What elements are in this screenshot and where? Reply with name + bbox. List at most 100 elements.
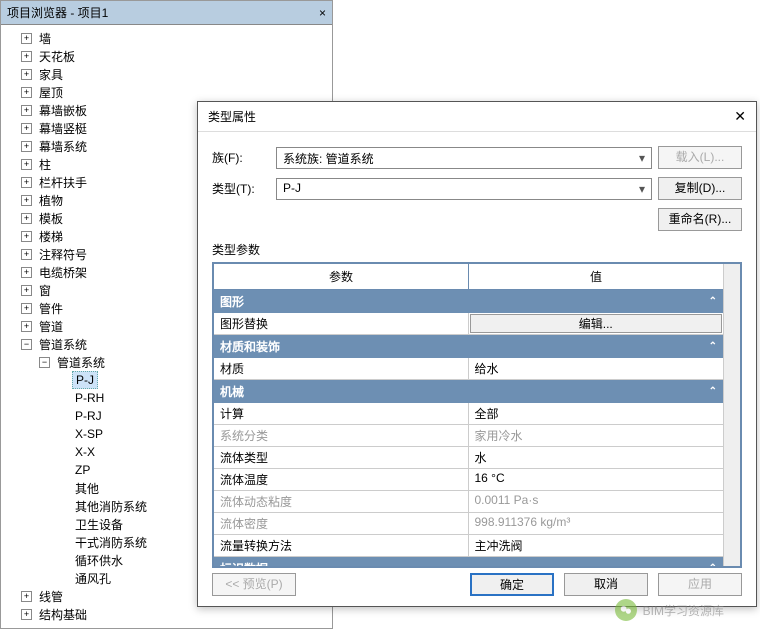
minus-icon[interactable]: − — [39, 357, 50, 368]
plus-icon[interactable]: + — [21, 141, 32, 152]
collapse-icon[interactable]: ⌃ — [709, 386, 717, 397]
tree-item-label: 窗 — [36, 281, 54, 300]
tree-item[interactable]: +墙 — [1, 29, 332, 47]
tree-item-label: 线管 — [36, 587, 66, 606]
tree-item-label: 柱 — [36, 155, 54, 174]
param-row[interactable]: 流量转换方法主冲洗阀 — [214, 535, 723, 557]
tree-item-label: P-RH — [72, 390, 107, 406]
plus-icon[interactable]: + — [21, 285, 32, 296]
scrollbar[interactable] — [723, 264, 740, 566]
param-row[interactable]: 材质给水 — [214, 358, 723, 380]
dialog-title-text: 类型属性 — [208, 108, 256, 125]
tree-item-label: 管道系统 — [54, 353, 108, 372]
param-row[interactable]: 系统分类家用冷水 — [214, 425, 723, 447]
plus-icon[interactable]: + — [21, 321, 32, 332]
edit-button[interactable]: 编辑... — [470, 314, 723, 333]
apply-button: 应用 — [658, 573, 742, 596]
tree-item-label: 幕墙系统 — [36, 137, 90, 156]
tree-item-label: 家具 — [36, 65, 66, 84]
browser-titlebar: 项目浏览器 - 项目1 × — [1, 1, 332, 25]
tree-item-label: 其他 — [72, 479, 102, 498]
tree-item-label: P-RJ — [72, 408, 105, 424]
tree-item-label: 墙 — [36, 29, 54, 48]
collapse-icon[interactable]: ⌃ — [709, 341, 717, 352]
family-select[interactable]: 系统族: 管道系统 — [276, 147, 652, 169]
plus-icon[interactable]: + — [21, 69, 32, 80]
browser-title-text: 项目浏览器 - 项目1 — [7, 4, 108, 21]
plus-icon[interactable]: + — [21, 231, 32, 242]
param-row[interactable]: 流体动态粘度0.0011 Pa·s — [214, 491, 723, 513]
tree-item-label: 楼梯 — [36, 227, 66, 246]
close-icon[interactable]: ✕ — [734, 108, 746, 125]
tree-item[interactable]: + 屋顶 — [1, 83, 332, 101]
tree-item[interactable]: + 结构基础 — [1, 605, 332, 623]
param-group-header[interactable]: 机械⌃ — [214, 380, 723, 403]
close-icon[interactable]: × — [319, 6, 326, 20]
plus-icon[interactable]: + — [21, 213, 32, 224]
tree-item-label: 植物 — [36, 191, 66, 210]
tree-item-label: X-SP — [72, 426, 106, 442]
watermark: BIM学习资源库 — [615, 599, 724, 621]
rename-button[interactable]: 重命名(R)... — [658, 208, 742, 231]
param-group-header[interactable]: 材质和装饰⌃ — [214, 335, 723, 358]
tree-item[interactable]: + 家具 — [1, 65, 332, 83]
tree-item-label: 管道 — [36, 317, 66, 336]
tree-item-label: 幕墙嵌板 — [36, 101, 90, 120]
plus-icon[interactable]: + — [21, 195, 32, 206]
param-row[interactable]: 图形替换编辑... — [214, 313, 723, 335]
tree-item-label: 管件 — [36, 299, 66, 318]
tree-item-label: 循环供水 — [72, 551, 126, 570]
preview-button: << 预览(P) — [212, 573, 296, 596]
tree-item-label: 干式消防系统 — [72, 533, 150, 552]
tree-item-label: 电缆桥架 — [36, 263, 90, 282]
plus-icon[interactable]: + — [21, 591, 32, 602]
load-button: 载入(L)... — [658, 146, 742, 169]
tree-item-label: 幕墙竖梃 — [36, 119, 90, 138]
tree-item-label: 栏杆扶手 — [36, 173, 90, 192]
family-label: 族(F): — [212, 149, 270, 166]
param-row[interactable]: 流体温度16 °C — [214, 469, 723, 491]
tree-item-label: 其他消防系统 — [72, 497, 150, 516]
plus-icon[interactable]: + — [21, 177, 32, 188]
tree-item-label: 注释符号 — [36, 245, 90, 264]
param-group-header[interactable]: 标识数据⌃ — [214, 557, 723, 566]
plus-icon[interactable]: + — [21, 159, 32, 170]
col-header-value: 值 — [469, 264, 723, 289]
copy-button[interactable]: 复制(D)... — [658, 177, 742, 200]
plus-icon[interactable]: + — [21, 105, 32, 116]
type-label: 类型(T): — [212, 180, 270, 197]
param-group-header[interactable]: 图形⌃ — [214, 290, 723, 313]
col-header-param: 参数 — [214, 264, 469, 289]
minus-icon[interactable]: − — [21, 339, 32, 350]
type-properties-dialog: 类型属性 ✕ 族(F): 系统族: 管道系统 载入(L)... 类型(T): P… — [197, 101, 757, 607]
plus-icon[interactable]: + — [21, 609, 32, 620]
tree-item-label: 模板 — [36, 209, 66, 228]
plus-icon[interactable]: + — [21, 267, 32, 278]
tree-item[interactable]: + 天花板 — [1, 47, 332, 65]
plus-icon[interactable]: + — [21, 123, 32, 134]
tree-item-label: P-J — [72, 371, 98, 389]
tree-item-label: ZP — [72, 462, 93, 478]
tree-item-label: 天花板 — [36, 47, 78, 66]
collapse-icon[interactable]: ⌃ — [709, 563, 717, 566]
plus-icon[interactable]: + — [21, 249, 32, 260]
tree-item-label: 结构基础 — [36, 605, 90, 624]
tree-item-label: 屋顶 — [36, 83, 66, 102]
dialog-titlebar: 类型属性 ✕ — [198, 102, 756, 132]
plus-icon[interactable]: + — [21, 303, 32, 314]
tree-item-label: 管道系统 — [36, 335, 90, 354]
param-table: 参数 值 图形⌃图形替换编辑...材质和装饰⌃材质给水机械⌃计算全部系统分类家用… — [212, 262, 742, 568]
cancel-button[interactable]: 取消 — [564, 573, 648, 596]
type-select[interactable]: P-J — [276, 178, 652, 200]
tree-item-label: 通风孔 — [72, 569, 114, 588]
plus-icon[interactable]: + — [21, 33, 32, 44]
collapse-icon[interactable]: ⌃ — [709, 296, 717, 307]
param-row[interactable]: 计算全部 — [214, 403, 723, 425]
ok-button[interactable]: 确定 — [470, 573, 554, 596]
plus-icon[interactable]: + — [21, 87, 32, 98]
param-row[interactable]: 流体密度998.911376 kg/m³ — [214, 513, 723, 535]
param-row[interactable]: 流体类型水 — [214, 447, 723, 469]
plus-icon[interactable]: + — [21, 51, 32, 62]
tree-item-label: 卫生设备 — [72, 515, 126, 534]
tree-item-label: X-X — [72, 444, 98, 460]
